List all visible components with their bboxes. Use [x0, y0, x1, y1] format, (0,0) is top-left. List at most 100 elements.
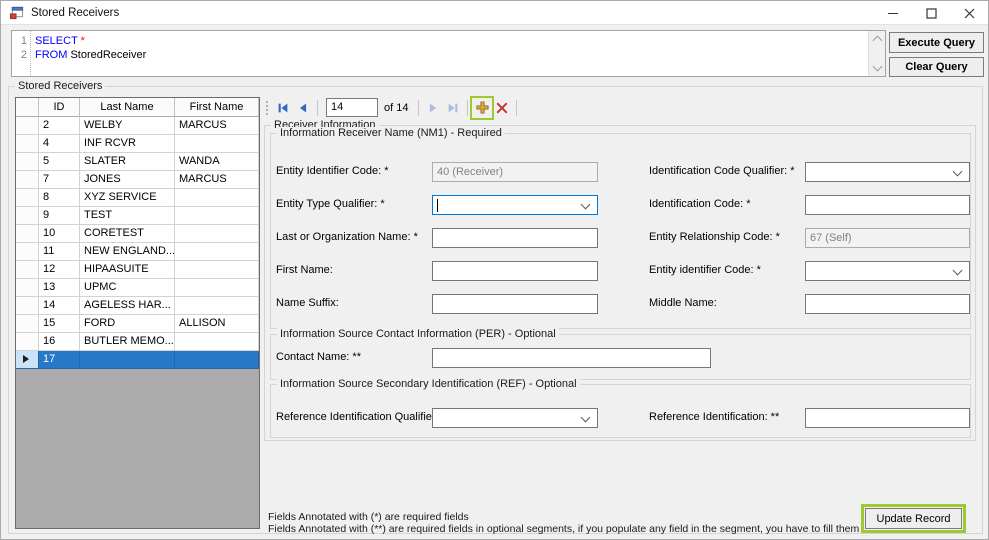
- cell-first-name[interactable]: [175, 135, 259, 153]
- cell-last-name[interactable]: CORETEST: [80, 225, 175, 243]
- identification-code-qualifier-combobox[interactable]: [805, 162, 970, 182]
- execute-query-button[interactable]: Execute Query: [889, 32, 984, 53]
- scroll-down-icon[interactable]: [872, 61, 882, 72]
- cell-last-name[interactable]: SLATER: [80, 153, 175, 171]
- cell-last-name[interactable]: FORD: [80, 315, 175, 333]
- row-header[interactable]: [16, 297, 39, 315]
- update-record-button[interactable]: Update Record: [865, 508, 962, 529]
- cell-first-name[interactable]: [175, 261, 259, 279]
- identification-code-field[interactable]: [805, 195, 970, 215]
- table-row[interactable]: 5 SLATER WANDA: [16, 153, 259, 171]
- scroll-up-icon[interactable]: [872, 35, 882, 46]
- sql-query-editor[interactable]: 1 2 SELECT * FROM StoredReceiver: [11, 30, 886, 77]
- cell-id[interactable]: 5: [39, 153, 80, 171]
- cell-id[interactable]: 10: [39, 225, 80, 243]
- table-row[interactable]: 14 AGELESS HAR...: [16, 297, 259, 315]
- editor-scrollbar[interactable]: [868, 31, 885, 76]
- row-header[interactable]: [16, 153, 39, 171]
- last-or-organization-name-field[interactable]: [432, 228, 598, 248]
- receivers-grid[interactable]: ID Last Name First Name 2 WELBY MARCUS 4 IN…: [15, 97, 260, 529]
- sql-code-area[interactable]: SELECT * FROM StoredReceiver: [31, 31, 868, 76]
- cell-id[interactable]: 14: [39, 297, 80, 315]
- move-next-button[interactable]: [423, 98, 443, 118]
- row-header[interactable]: [16, 315, 39, 333]
- row-header[interactable]: [16, 189, 39, 207]
- maximize-button[interactable]: [912, 1, 950, 25]
- cell-last-name[interactable]: JONES: [80, 171, 175, 189]
- clear-query-button[interactable]: Clear Query: [889, 57, 984, 77]
- cell-id[interactable]: 16: [39, 333, 80, 351]
- cell-first-name[interactable]: [175, 333, 259, 351]
- entity-identifier-code2-combobox[interactable]: [805, 261, 970, 281]
- cell-id[interactable]: 8: [39, 189, 80, 207]
- table-row[interactable]: 7 JONES MARCUS: [16, 171, 259, 189]
- cell-id[interactable]: 2: [39, 117, 80, 135]
- entity-type-qualifier-combobox[interactable]: [432, 195, 598, 215]
- row-header[interactable]: [16, 261, 39, 279]
- cell-first-name[interactable]: MARCUS: [175, 117, 259, 135]
- row-header[interactable]: [16, 117, 39, 135]
- column-header-first-name[interactable]: First Name: [175, 98, 259, 117]
- row-header[interactable]: [16, 243, 39, 261]
- contact-name-field[interactable]: [432, 348, 711, 368]
- table-row[interactable]: 4 INF RCVR: [16, 135, 259, 153]
- move-first-button[interactable]: [273, 98, 293, 118]
- cell-first-name[interactable]: [175, 225, 259, 243]
- cell-first-name[interactable]: [175, 279, 259, 297]
- cell-first-name[interactable]: ALLISON: [175, 315, 259, 333]
- row-header[interactable]: [16, 135, 39, 153]
- cell-id[interactable]: 15: [39, 315, 80, 333]
- cell-first-name[interactable]: [175, 351, 259, 369]
- cell-first-name[interactable]: WANDA: [175, 153, 259, 171]
- cell-id[interactable]: 4: [39, 135, 80, 153]
- name-suffix-field[interactable]: [432, 294, 598, 314]
- add-record-button[interactable]: [470, 95, 495, 120]
- table-row[interactable]: 15 FORD ALLISON: [16, 315, 259, 333]
- table-row[interactable]: 13 UPMC: [16, 279, 259, 297]
- close-button[interactable]: [950, 1, 988, 25]
- row-header[interactable]: [16, 333, 39, 351]
- table-row[interactable]: 8 XYZ SERVICE: [16, 189, 259, 207]
- reference-identification-field[interactable]: [805, 408, 970, 428]
- toolbar-grip-icon[interactable]: [266, 100, 268, 115]
- cell-id[interactable]: 13: [39, 279, 80, 297]
- cell-id[interactable]: 9: [39, 207, 80, 225]
- cell-last-name[interactable]: HIPAASUITE: [80, 261, 175, 279]
- move-last-button[interactable]: [443, 98, 463, 118]
- cell-first-name[interactable]: MARCUS: [175, 171, 259, 189]
- table-row[interactable]: 11 NEW ENGLAND...: [16, 243, 259, 261]
- record-position-input[interactable]: 14: [326, 98, 378, 117]
- current-row-indicator[interactable]: [16, 351, 39, 369]
- row-header[interactable]: [16, 207, 39, 225]
- cell-last-name[interactable]: [80, 351, 175, 369]
- cell-last-name[interactable]: WELBY: [80, 117, 175, 135]
- table-row-selected[interactable]: 17: [16, 351, 259, 369]
- table-row[interactable]: 9 TEST: [16, 207, 259, 225]
- move-previous-button[interactable]: [293, 98, 313, 118]
- cell-first-name[interactable]: [175, 189, 259, 207]
- table-row[interactable]: 16 BUTLER MEMO...: [16, 333, 259, 351]
- cell-last-name[interactable]: NEW ENGLAND...: [80, 243, 175, 261]
- cell-last-name[interactable]: BUTLER MEMO...: [80, 333, 175, 351]
- row-header[interactable]: [16, 171, 39, 189]
- cell-last-name[interactable]: TEST: [80, 207, 175, 225]
- cell-id[interactable]: 7: [39, 171, 80, 189]
- row-header[interactable]: [16, 225, 39, 243]
- cell-first-name[interactable]: [175, 243, 259, 261]
- cell-last-name[interactable]: UPMC: [80, 279, 175, 297]
- middle-name-field[interactable]: [805, 294, 970, 314]
- column-header-last-name[interactable]: Last Name: [80, 98, 175, 117]
- table-row[interactable]: 12 HIPAASUITE: [16, 261, 259, 279]
- delete-record-button[interactable]: [492, 98, 512, 118]
- cell-last-name[interactable]: INF RCVR: [80, 135, 175, 153]
- column-header-id[interactable]: ID: [39, 98, 80, 117]
- row-header[interactable]: [16, 279, 39, 297]
- cell-first-name[interactable]: [175, 207, 259, 225]
- cell-id[interactable]: 17: [39, 351, 80, 369]
- first-name-field[interactable]: [432, 261, 598, 281]
- table-row[interactable]: 10 CORETEST: [16, 225, 259, 243]
- cell-last-name[interactable]: AGELESS HAR...: [80, 297, 175, 315]
- cell-last-name[interactable]: XYZ SERVICE: [80, 189, 175, 207]
- cell-first-name[interactable]: [175, 297, 259, 315]
- cell-id[interactable]: 12: [39, 261, 80, 279]
